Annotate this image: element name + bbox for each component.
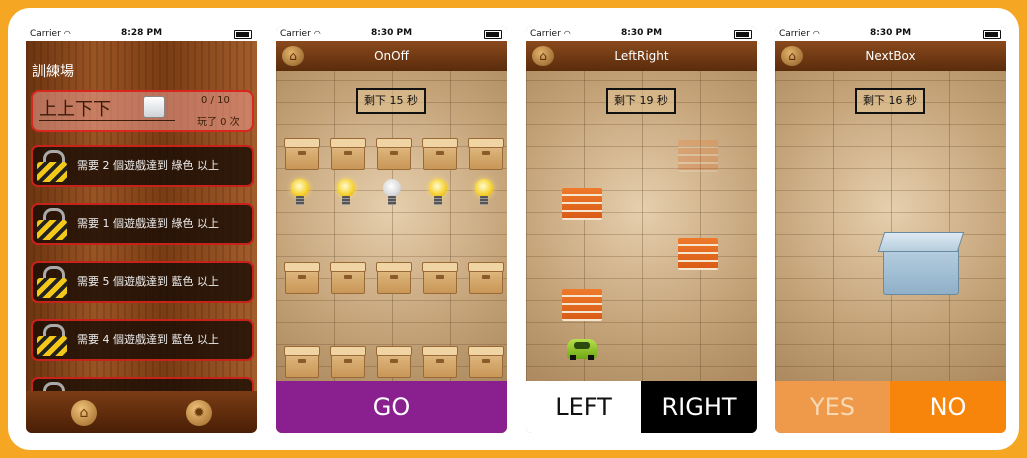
status-bar: Carrier ◠ 8:30 PM bbox=[276, 26, 507, 41]
box-icon[interactable] bbox=[468, 262, 504, 294]
cube-icon bbox=[143, 96, 165, 118]
status-bar: Carrier ◠ 8:30 PM bbox=[526, 26, 757, 41]
battery-icon bbox=[484, 30, 502, 39]
onoff-screen: Carrier ◠ 8:30 PM ⌂ OnOff 剩下 15 秒 GO bbox=[276, 26, 507, 433]
battery-icon bbox=[734, 30, 752, 39]
yes-button[interactable]: YES bbox=[775, 381, 890, 433]
box-icon[interactable] bbox=[284, 346, 320, 378]
page-title: OnOff bbox=[374, 49, 409, 63]
left-button[interactable]: LEFT bbox=[526, 381, 641, 433]
unlock-requirement: 需要 1 個遊戲達到 綠色 以上 bbox=[77, 217, 219, 230]
lightbulb-on-icon[interactable] bbox=[429, 179, 447, 207]
go-button[interactable]: GO bbox=[276, 381, 507, 433]
padlock-icon bbox=[37, 208, 67, 240]
home-icon[interactable]: ⌂ bbox=[781, 46, 803, 66]
right-button[interactable]: RIGHT bbox=[641, 381, 757, 433]
gear-icon[interactable]: ✹ bbox=[186, 400, 212, 426]
training-ground-screen: Carrier ◠ 8:28 PM 訓練場 上上下下 0 / 10 玩了 0 次 … bbox=[26, 26, 257, 433]
nextbox-screen: Carrier ◠ 8:30 PM ⌂ NextBox 剩下 16 秒 YES N… bbox=[775, 26, 1006, 433]
box-icon[interactable] bbox=[468, 346, 504, 378]
brick-wall-icon bbox=[562, 188, 602, 220]
countdown-timer: 剩下 15 秒 bbox=[356, 88, 426, 114]
nav-bar: ⌂ NextBox bbox=[775, 41, 1006, 71]
car-icon bbox=[567, 339, 597, 360]
padlock-icon bbox=[37, 266, 67, 298]
locked-game-item[interactable]: 需要 2 個遊戲達到 綠色 以上 bbox=[31, 145, 254, 187]
box-icon[interactable] bbox=[376, 138, 412, 170]
lightbulb-off-icon[interactable] bbox=[383, 179, 401, 207]
clock: 8:28 PM bbox=[120, 28, 163, 38]
leftright-screen: Carrier ◠ 8:30 PM ⌂ LeftRight 剩下 19 秒 LEF… bbox=[526, 26, 757, 433]
status-bar: Carrier ◠ 8:28 PM bbox=[26, 26, 257, 41]
locked-game-item[interactable]: 需要 4 個遊戲達到 藍色 以上 bbox=[31, 319, 254, 361]
countdown-timer: 剩下 19 秒 bbox=[606, 88, 676, 114]
page-title: 訓練場 bbox=[32, 64, 74, 80]
box-icon[interactable] bbox=[330, 262, 366, 294]
box-icon[interactable] bbox=[422, 262, 458, 294]
clock: 8:30 PM bbox=[620, 28, 663, 38]
battery-icon bbox=[983, 30, 1001, 39]
unlock-requirement: 需要 2 個遊戲達到 綠色 以上 bbox=[77, 159, 219, 172]
page-title: NextBox bbox=[865, 49, 916, 63]
padlock-icon bbox=[37, 150, 67, 182]
home-icon[interactable]: ⌂ bbox=[532, 46, 554, 66]
lightbulb-on-icon[interactable] bbox=[475, 179, 493, 207]
game-item-featured[interactable]: 上上下下 0 / 10 玩了 0 次 bbox=[31, 90, 254, 132]
page-title: LeftRight bbox=[614, 49, 669, 63]
box-icon[interactable] bbox=[468, 138, 504, 170]
box-icon[interactable] bbox=[284, 262, 320, 294]
brick-wall-icon bbox=[678, 238, 718, 270]
bottom-toolbar: ⌂ ✹ bbox=[26, 391, 257, 433]
blue-box-icon bbox=[883, 247, 959, 295]
clock: 8:30 PM bbox=[370, 28, 413, 38]
locked-game-item[interactable]: 需要 5 個遊戲達到 藍色 以上 bbox=[31, 261, 254, 303]
box-icon[interactable] bbox=[330, 138, 366, 170]
nav-bar: ⌂ OnOff bbox=[276, 41, 507, 71]
box-icon[interactable] bbox=[284, 138, 320, 170]
countdown-timer: 剩下 16 秒 bbox=[855, 88, 925, 114]
battery-icon bbox=[234, 30, 252, 39]
game-name: 上上下下 bbox=[39, 99, 111, 120]
play-count: 玩了 0 次 bbox=[197, 117, 240, 128]
unlock-requirement: 需要 5 個遊戲達到 藍色 以上 bbox=[77, 275, 219, 288]
unlock-requirement: 需要 4 個遊戲達到 藍色 以上 bbox=[77, 333, 219, 346]
no-button[interactable]: NO bbox=[890, 381, 1006, 433]
status-bar: Carrier ◠ 8:30 PM bbox=[775, 26, 1006, 41]
box-icon[interactable] bbox=[376, 262, 412, 294]
game-progress: 0 / 10 bbox=[201, 95, 230, 106]
box-icon[interactable] bbox=[376, 346, 412, 378]
box-icon[interactable] bbox=[422, 346, 458, 378]
home-icon[interactable]: ⌂ bbox=[282, 46, 304, 66]
padlock-icon bbox=[37, 324, 67, 356]
locked-game-item[interactable]: 需要 1 個遊戲達到 綠色 以上 bbox=[31, 203, 254, 245]
clock: 8:30 PM bbox=[869, 28, 912, 38]
brick-wall-icon bbox=[562, 289, 602, 321]
brick-wall-icon bbox=[678, 140, 718, 172]
lightbulb-on-icon[interactable] bbox=[291, 179, 309, 207]
box-icon[interactable] bbox=[422, 138, 458, 170]
lightbulb-on-icon[interactable] bbox=[337, 179, 355, 207]
home-icon[interactable]: ⌂ bbox=[71, 400, 97, 426]
title-underline bbox=[39, 120, 175, 121]
box-icon[interactable] bbox=[330, 346, 366, 378]
nav-bar: ⌂ LeftRight bbox=[526, 41, 757, 71]
